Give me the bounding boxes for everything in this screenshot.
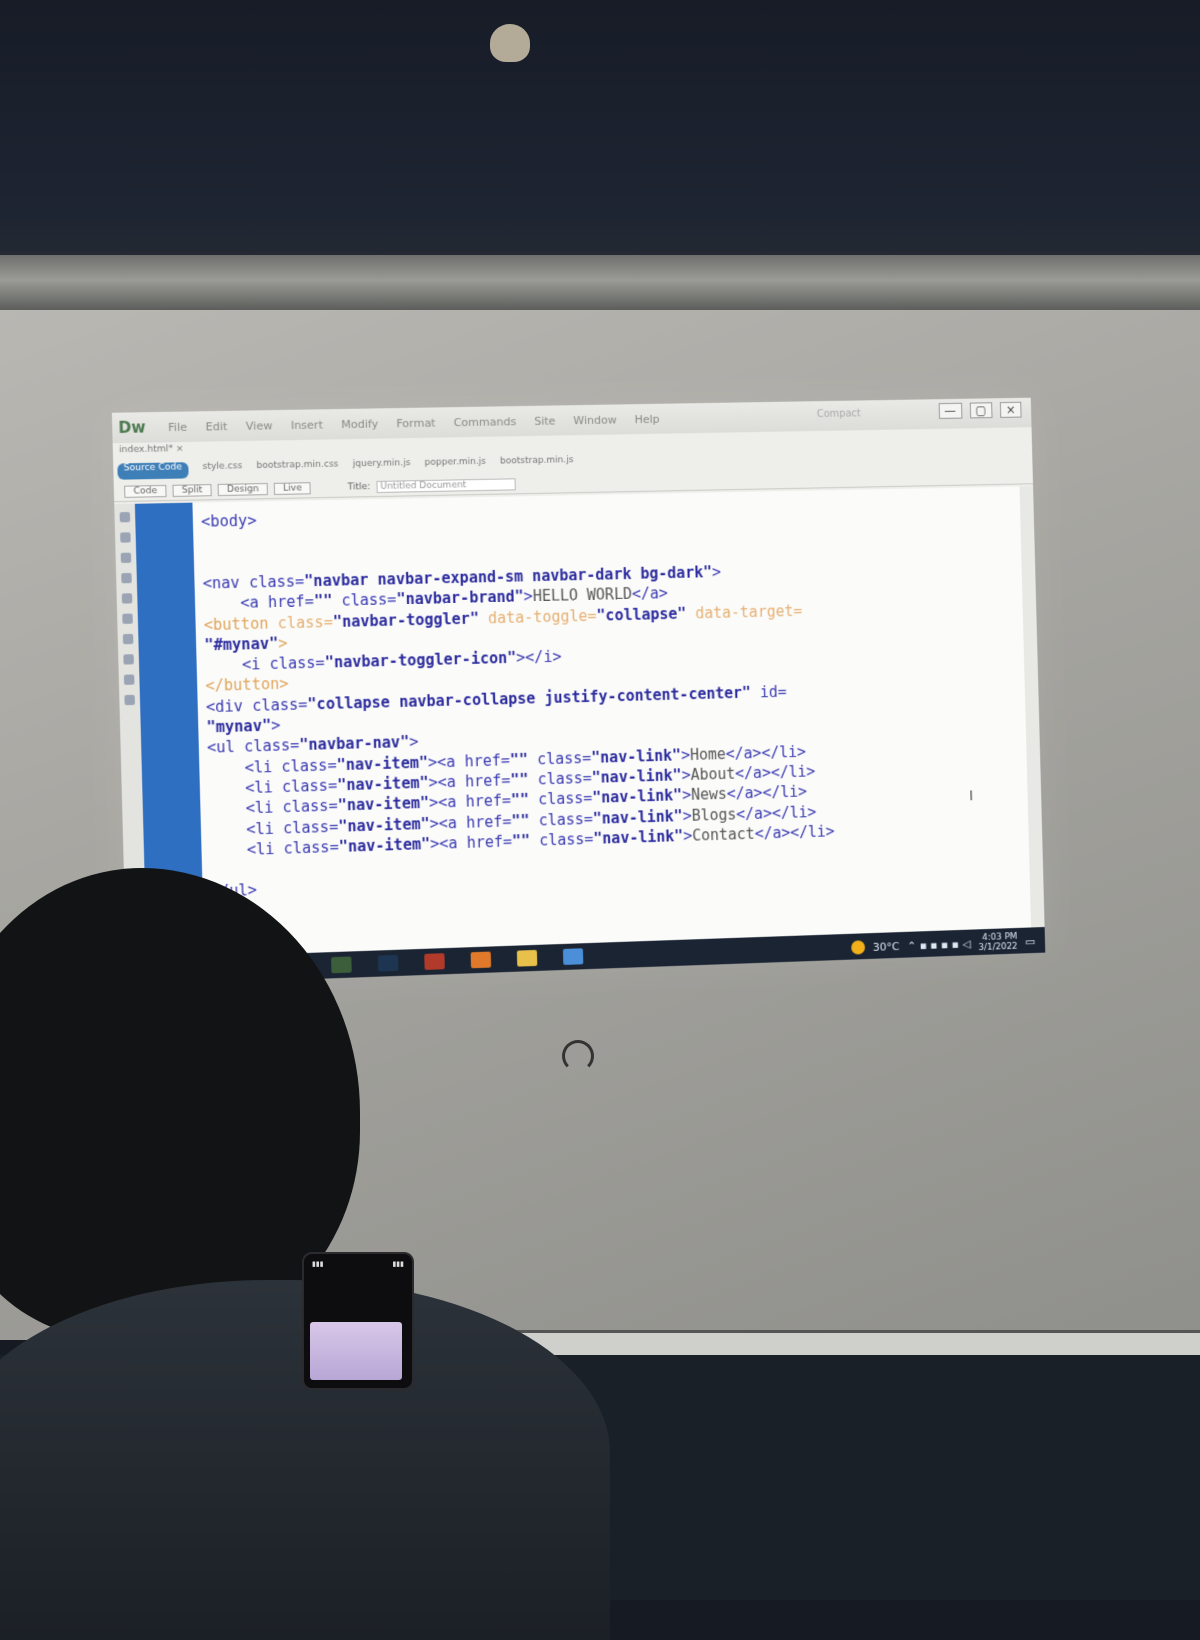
notification-icon[interactable]: ▭	[1025, 935, 1035, 948]
document-title-field[interactable]: Untitled Document	[376, 477, 516, 493]
code-line[interactable]: 26 <li class="nav-item"><a href="" class…	[200, 762, 816, 800]
document-tab[interactable]: index.html*	[119, 444, 173, 455]
workspace-switcher[interactable]: Compact	[817, 408, 861, 420]
menu-view[interactable]: View	[246, 419, 273, 433]
close-icon[interactable]: ×	[176, 444, 184, 454]
code-line[interactable]: 23<div class="collapse navbar-collapse j…	[198, 682, 787, 718]
code-text[interactable]: <body>	[201, 512, 257, 531]
room-ceiling	[0, 0, 1200, 270]
live-view-button[interactable]: Live	[273, 481, 312, 495]
phone-status-bar: ▮▮▮ ▮▮▮	[312, 1260, 404, 1268]
menu-modify[interactable]: Modify	[341, 417, 378, 431]
tool-icon[interactable]	[122, 633, 134, 645]
menu-site[interactable]: Site	[534, 414, 555, 427]
clock[interactable]: 4:03 PM 3/1/2022	[978, 932, 1018, 954]
code-line[interactable]: 17	[194, 554, 195, 574]
code-line[interactable]: 16	[193, 533, 194, 553]
minimize-button[interactable]: —	[938, 402, 963, 419]
smartphone: ▮▮▮ ▮▮▮	[302, 1252, 414, 1390]
menu-format[interactable]: Format	[396, 416, 435, 430]
related-file[interactable]: style.css	[202, 461, 242, 478]
menu-edit[interactable]: Edit	[205, 419, 227, 433]
split-view-button[interactable]: Split	[172, 483, 212, 497]
code-line[interactable]: 29 <li class="nav-item"><a href="" class…	[201, 822, 834, 862]
code-line[interactable]: 24<ul class="navbar-nav">	[199, 733, 419, 759]
code-line[interactable]: 28 <li class="nav-item"><a href="" class…	[201, 803, 817, 841]
maximize-button[interactable]: ▢	[969, 402, 993, 419]
related-file[interactable]: bootstrap.min.js	[500, 455, 574, 472]
code-line[interactable]: 20<button class="navbar-toggler" data-to…	[195, 601, 803, 636]
dreamweaver-taskbar-icon[interactable]	[331, 956, 352, 974]
tool-icon[interactable]	[120, 552, 132, 564]
window-controls: — ▢ ×	[938, 401, 1022, 419]
code-line[interactable]: 15<body>	[193, 512, 257, 533]
app-taskbar-icon[interactable]	[562, 948, 584, 965]
code-line[interactable]: 19 <a href="" class="navbar-brand">HELLO…	[195, 584, 668, 615]
tray-icons[interactable]: ⌃ ▪ ▪ ▪ ▪ ◁	[907, 937, 971, 952]
xampp-taskbar-icon[interactable]	[470, 951, 492, 969]
folder-taskbar-icon[interactable]	[516, 949, 538, 967]
menu-help[interactable]: Help	[634, 412, 659, 425]
projected-editor-window: Dw File Edit View Insert Modify Format C…	[111, 397, 1046, 990]
weather-temperature[interactable]: 30°C	[873, 940, 900, 954]
code-editor[interactable]: 15<body>161718<nav class="navbar navbar-…	[192, 486, 1032, 979]
code-view-button[interactable]: Code	[124, 484, 167, 498]
menu-window[interactable]: Window	[573, 413, 617, 427]
photoshop-taskbar-icon[interactable]	[377, 954, 399, 972]
code-text[interactable]: "#mynav">	[204, 634, 288, 654]
code-line[interactable]: 25 <li class="nav-item"><a href="" class…	[199, 742, 806, 780]
pen-scribble	[562, 1040, 594, 1072]
browser-taskbar-icon[interactable]	[424, 953, 445, 970]
code-line[interactable]: 27 <li class="nav-item"><a href="" class…	[200, 783, 807, 821]
menu-insert[interactable]: Insert	[291, 418, 323, 432]
code-line[interactable]: 18<nav class="navbar navbar-expand-sm na…	[194, 563, 721, 594]
tool-icon[interactable]	[119, 512, 131, 523]
projector-screen-roller	[0, 255, 1200, 311]
code-text[interactable]: <div class="collapse navbar-collapse jus…	[206, 682, 787, 715]
close-button[interactable]: ×	[999, 401, 1022, 418]
tool-icon[interactable]	[122, 613, 133, 624]
code-text[interactable]: </button>	[205, 675, 289, 695]
design-view-button[interactable]: Design	[217, 482, 269, 496]
related-file[interactable]: popper.min.js	[424, 457, 486, 474]
tool-icon[interactable]	[121, 593, 133, 604]
weather-sun-icon	[851, 940, 866, 955]
related-file-source[interactable]: Source Code	[117, 462, 189, 480]
code-line[interactable]: 21 <i class="navbar-toggler-icon"></i>	[196, 648, 562, 677]
title-label: Title:	[347, 481, 371, 493]
menu-file[interactable]: File	[168, 420, 187, 433]
code-line[interactable]: "mynav">	[198, 716, 280, 738]
phone-screen	[310, 1322, 402, 1380]
system-tray: 30°C ⌃ ▪ ▪ ▪ ▪ ◁ 4:03 PM 3/1/2022 ▭	[851, 931, 1036, 957]
related-file[interactable]: bootstrap.min.css	[256, 459, 338, 477]
tool-icon[interactable]	[120, 532, 131, 543]
ceiling-light	[490, 24, 530, 62]
code-text[interactable]: "mynav">	[206, 716, 280, 736]
code-line[interactable]: "#mynav">	[196, 634, 288, 656]
dreamweaver-logo: Dw	[118, 418, 146, 438]
text-cursor-icon: I	[969, 788, 974, 805]
tool-icon[interactable]	[124, 694, 135, 706]
menu-commands[interactable]: Commands	[453, 415, 516, 429]
related-file[interactable]: jquery.min.js	[353, 458, 411, 475]
tool-icon[interactable]	[123, 654, 134, 665]
tool-icon[interactable]	[123, 674, 135, 685]
tool-icon[interactable]	[121, 572, 132, 584]
code-line[interactable]: 22</button>	[197, 675, 289, 697]
clock-date: 3/1/2022	[978, 941, 1018, 954]
